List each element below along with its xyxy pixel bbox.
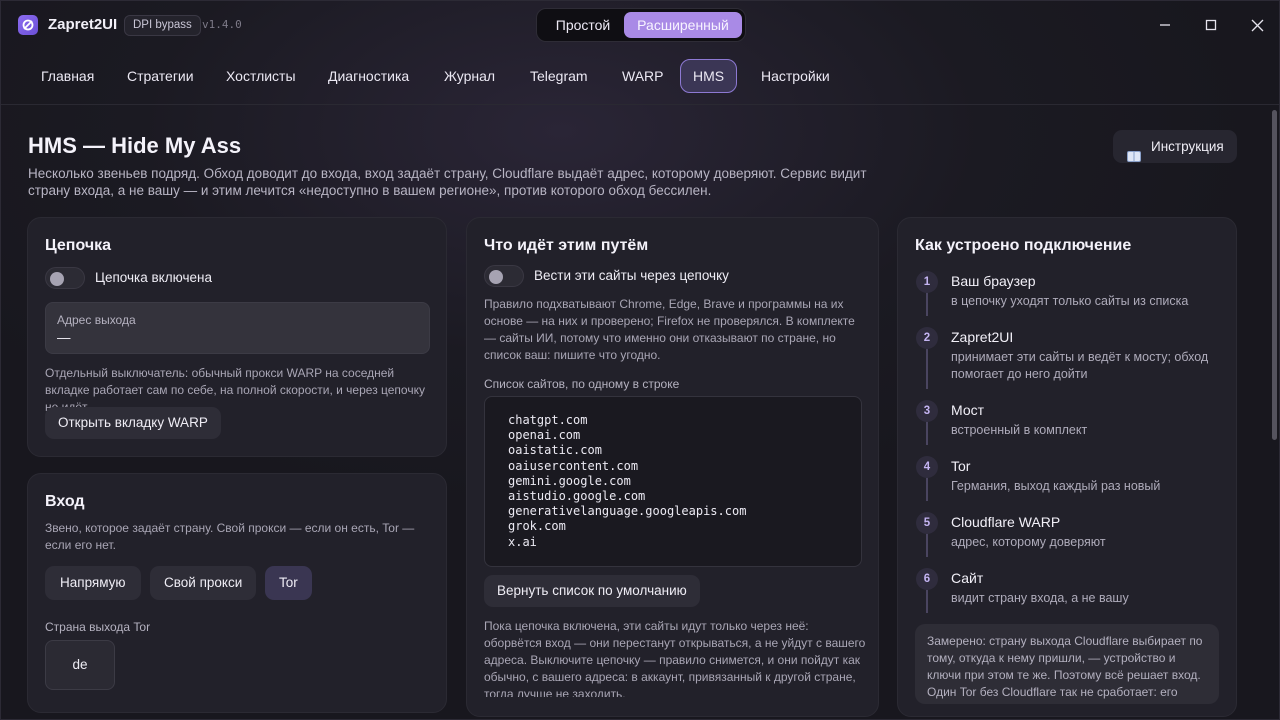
step-title: Ваш браузер (951, 273, 1036, 289)
chain-card: Цепочка Цепочка включена Адрес выхода — … (27, 217, 447, 457)
entry-title: Вход (45, 493, 85, 510)
entry-option-direct[interactable]: Напрямую (45, 566, 141, 600)
maximize-icon[interactable] (1199, 13, 1223, 37)
step-description: видит страну входа, а не вашу (951, 591, 1129, 605)
tab-hms[interactable]: HMS (680, 59, 738, 93)
open-warp-button[interactable]: Открыть вкладку WARP (45, 407, 221, 439)
entry-description: Звено, которое задаёт страну. Свой прокс… (45, 521, 415, 552)
entry-option-own-proxy[interactable]: Свой прокси (150, 566, 257, 600)
nav-bar: Главная Стратегии Хостлисты Диагностика … (1, 57, 1279, 105)
site-entry: chatgpt.com (508, 413, 588, 427)
step-number: 6 (916, 568, 938, 590)
app-version: v1.4.0 (202, 18, 242, 31)
site-entry: grok.com (508, 519, 566, 534)
step-number: 3 (916, 400, 938, 422)
step-description: Германия, выход каждый раз новый (951, 479, 1161, 493)
help-button-label: Инструкция (1151, 139, 1224, 154)
tab-diagnostics[interactable]: Диагностика (316, 59, 421, 93)
book-icon (1127, 141, 1141, 162)
site-entry: aistudio.google.com (508, 489, 646, 504)
mode-advanced-button[interactable]: Расширенный (624, 12, 742, 38)
close-icon[interactable] (1245, 13, 1269, 37)
step-title: Tor (951, 458, 971, 474)
tab-home[interactable]: Главная (29, 59, 106, 93)
minimize-icon[interactable] (1153, 13, 1177, 37)
tab-telegram[interactable]: Telegram (518, 59, 600, 93)
tab-settings[interactable]: Настройки (749, 59, 842, 93)
step-title: Сайт (951, 570, 984, 586)
exit-address-field: Адрес выхода — (45, 302, 430, 354)
app-window: Zapret2UI DPI bypass v1.4.0 Простой Расш… (0, 0, 1280, 720)
exit-address-value: — (57, 330, 71, 345)
mode-simple-button[interactable]: Простой (541, 12, 625, 38)
entry-card: Вход Звено, которое задаёт страну. Свой … (27, 473, 447, 713)
mode-switch: Простой Расширенный (536, 8, 746, 42)
step-description: принимает эти сайты и ведёт к мосту; обх… (951, 350, 1209, 381)
site-entry: oaistatic.com (508, 443, 602, 458)
step-description: адрес, которому доверяют (951, 535, 1106, 549)
step-number: 1 (916, 271, 938, 293)
tab-log[interactable]: Журнал (432, 59, 507, 93)
measured-note: Замерено: страну выхода Cloudflare выбир… (927, 634, 1203, 699)
page-description: Несколько звеньев подряд. Обход доводит … (28, 166, 867, 198)
step-number: 4 (916, 456, 938, 478)
exit-address-label: Адрес выхода (57, 313, 136, 327)
page-title: HMS — Hide My Ass (28, 133, 242, 158)
measured-note-box: Замерено: страну выхода Cloudflare выбир… (915, 624, 1219, 704)
route-card: Что идёт этим путём Вести эти сайты чере… (466, 217, 879, 717)
tor-country-label: Страна выхода Tor (45, 620, 151, 634)
step-title: Мост (951, 402, 985, 418)
tab-strategies[interactable]: Стратегии (115, 59, 206, 93)
step-title: Zapret2UI (951, 329, 1014, 345)
step-description: встроенный в комплект (951, 423, 1088, 437)
entry-option-tor[interactable]: Tor (265, 566, 312, 600)
howto-card: Как устроено подключение 1 Ваш браузер в… (897, 217, 1237, 717)
step-description: в цепочку уходят только сайты из списка (951, 294, 1189, 308)
tab-warp[interactable]: WARP (610, 59, 675, 93)
step-title: Cloudflare WARP (951, 514, 1061, 530)
app-badge: DPI bypass (124, 15, 201, 36)
site-entry: gemini.google.com (508, 473, 631, 488)
app-logo-icon (18, 15, 38, 35)
site-list-label: Список сайтов, по одному в строке (484, 377, 680, 391)
route-warning: Пока цепочка включена, эти сайты идут то… (484, 619, 866, 697)
help-button[interactable]: Инструкция (1113, 130, 1237, 163)
title-bar: Zapret2UI DPI bypass v1.4.0 Простой Расш… (1, 1, 1279, 49)
route-title: Что идёт этим путём (484, 237, 649, 254)
chain-toggle[interactable] (45, 267, 85, 289)
site-entry: generativelanguage.googleapis.com (508, 504, 747, 519)
reset-list-button[interactable]: Вернуть список по умолчанию (484, 575, 700, 607)
tab-hostlists[interactable]: Хостлисты (214, 59, 308, 93)
site-list-textarea[interactable]: chatgpt.com openai.com oaistatic.com oai… (484, 396, 862, 567)
step-number: 2 (916, 327, 938, 349)
chain-title: Цепочка (45, 237, 112, 254)
route-toggle[interactable] (484, 265, 524, 287)
site-entry: x.ai (508, 534, 537, 549)
scrollbar-thumb[interactable] (1272, 110, 1277, 440)
site-entry: oaiusercontent.com (508, 458, 639, 473)
app-name: Zapret2UI (48, 16, 118, 33)
site-entry: openai.com (508, 428, 581, 443)
route-rule-note: Правило подхватывают Chrome, Edge, Brave… (484, 297, 855, 362)
step-number: 5 (916, 512, 938, 534)
route-toggle-label: Вести эти сайты через цепочку (534, 268, 729, 283)
chain-toggle-label: Цепочка включена (95, 270, 212, 285)
howto-title: Как устроено подключение (915, 237, 1132, 254)
tor-country-select[interactable]: de (45, 640, 115, 690)
